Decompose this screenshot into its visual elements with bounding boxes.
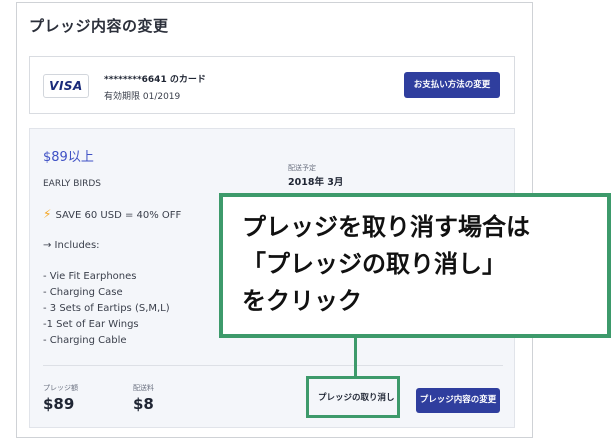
shipping-estimate-date: 2018年 3月 — [288, 177, 344, 188]
reward-price: $89以上 — [43, 150, 94, 165]
divider — [43, 365, 503, 366]
list-item: - Charging Case — [43, 287, 123, 298]
saving-text: ⚡ SAVE 60 USD = 40% OFF — [43, 207, 181, 221]
page-title: プレッジ内容の変更 — [29, 17, 169, 35]
included-items-list: - Vie Fit Earphones - Charging Case - 3 … — [43, 269, 170, 349]
shipping-fee-label: 配送料 — [133, 384, 154, 392]
list-item: - Vie Fit Earphones — [43, 271, 137, 282]
pledge-amount-label: プレッジ額 — [43, 384, 78, 392]
reward-name: EARLY BIRDS — [43, 179, 101, 189]
saving-label: SAVE 60 USD = 40% OFF — [55, 210, 182, 221]
includes-label: → Includes: — [43, 240, 100, 251]
visa-logo: VISA — [43, 74, 89, 98]
list-item: - Charging Cable — [43, 335, 127, 346]
shipping-estimate-label: 配送予定 — [288, 164, 316, 172]
pledge-amount-value: $89 — [43, 395, 75, 413]
list-item: - 3 Sets of Eartips (S,M,L) — [43, 303, 170, 314]
annotation-callout: プレッジを取り消す場合は 「プレッジの取り消し」 をクリック — [219, 193, 611, 338]
lightning-icon: ⚡ — [43, 207, 52, 221]
card-expiry: 有効期限 01/2019 — [104, 92, 181, 102]
list-item: -1 Set of Ear Wings — [43, 319, 139, 330]
card-number: ********6641 のカード — [104, 75, 206, 85]
payment-card-box: VISA ********6641 のカード 有効期限 01/2019 お支払い… — [29, 56, 515, 114]
change-payment-button[interactable]: お支払い方法の変更 — [404, 72, 500, 98]
edit-pledge-button[interactable]: プレッジ内容の変更 — [416, 388, 500, 413]
shipping-fee-value: $8 — [133, 395, 154, 413]
annotation-text: プレッジを取り消す場合は 「プレッジの取り消し」 をクリック — [242, 213, 530, 315]
annotation-highlight-box — [306, 376, 400, 418]
annotation-connector — [354, 338, 357, 376]
